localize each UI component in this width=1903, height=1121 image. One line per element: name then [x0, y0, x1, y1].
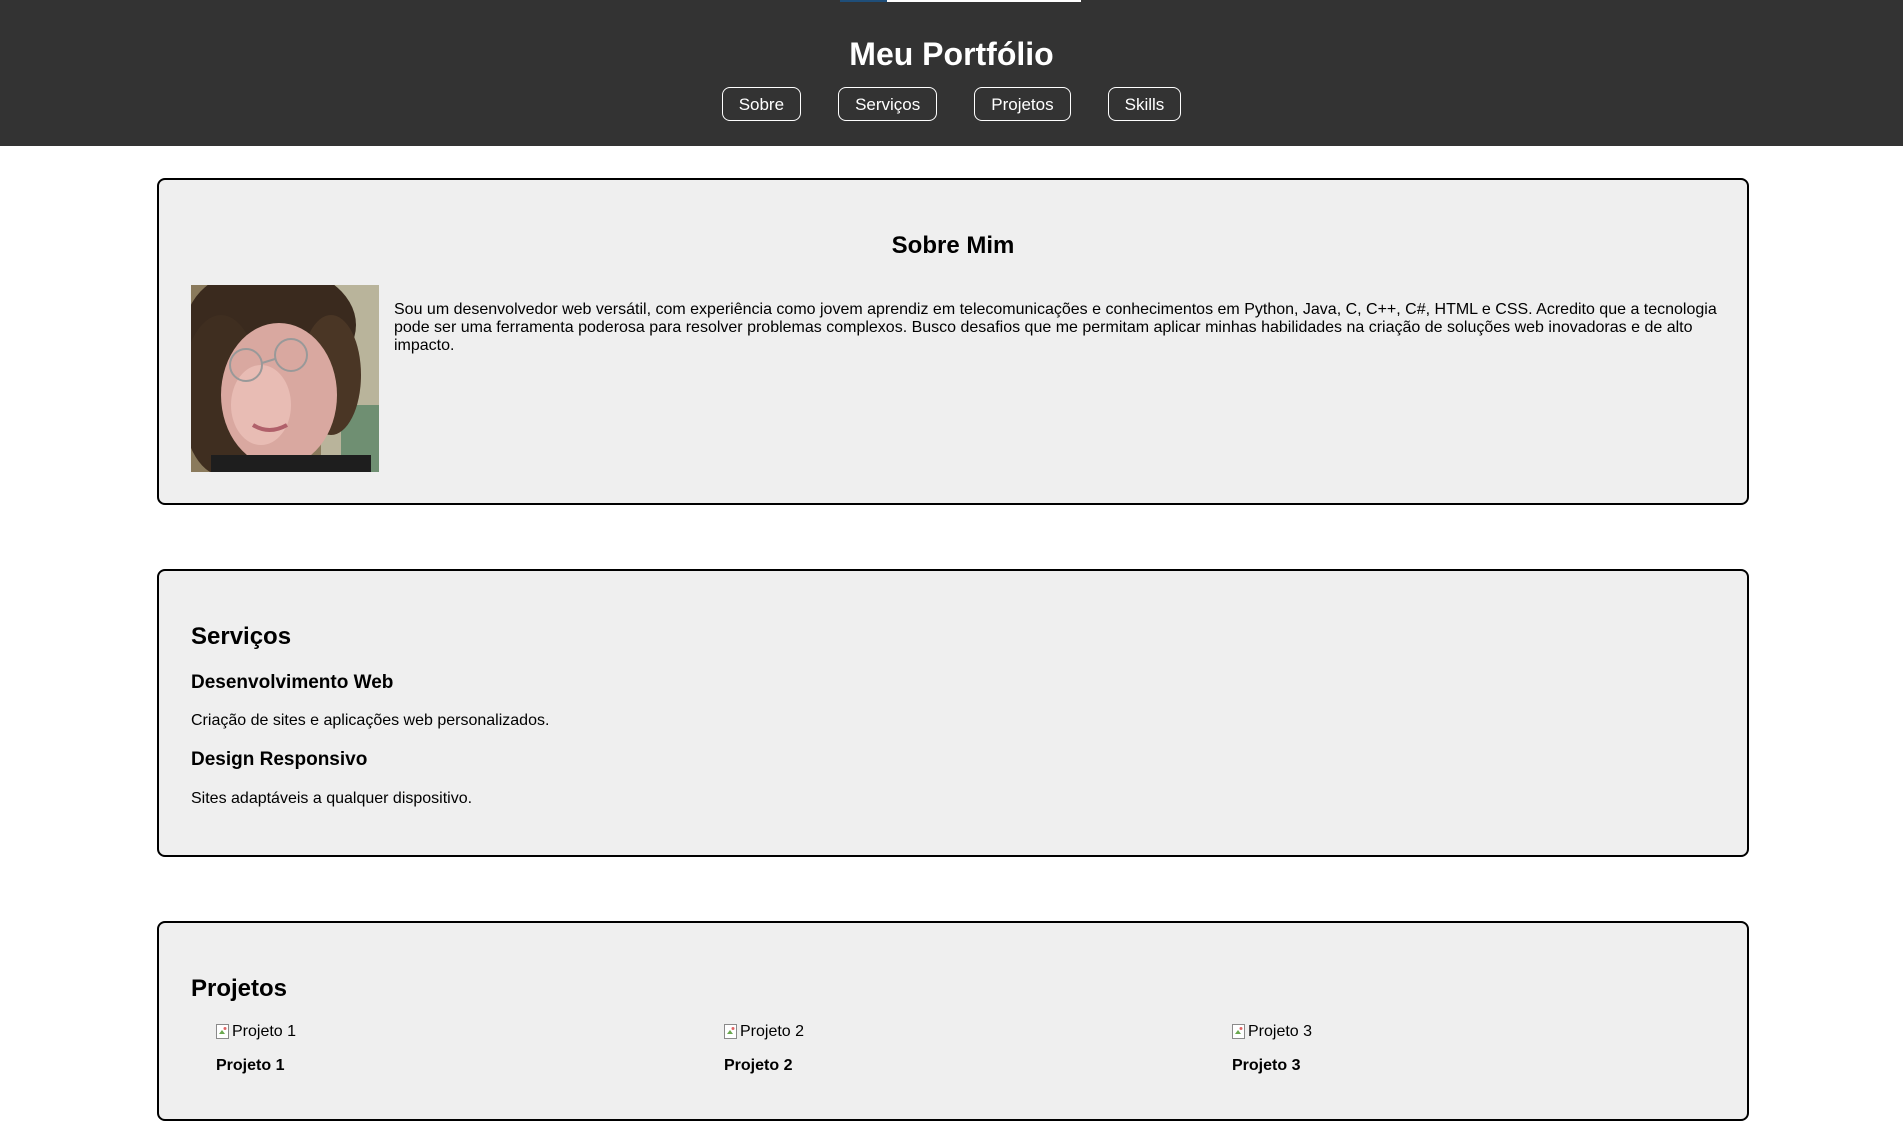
services-section: Serviços Desenvolvimento Web Criação de …: [157, 569, 1749, 857]
about-section: Sobre Mim Sou um desenvolvedor web versá…: [157, 178, 1749, 505]
broken-image-icon: [216, 1024, 230, 1040]
about-text: Sou um desenvolvedor web versátil, com e…: [394, 301, 1717, 354]
service-title: Desenvolvimento Web: [191, 672, 394, 693]
broken-image-icon: [724, 1024, 738, 1040]
project-name: Projeto 2: [724, 1057, 793, 1074]
scroll-progress-fill: [840, 0, 887, 2]
nav-button-projetos[interactable]: Projetos: [974, 87, 1071, 121]
broken-image-icon: [1232, 1024, 1246, 1040]
project-image-alt: Projeto 3: [1248, 1023, 1313, 1040]
project-image-alt: Projeto 1: [232, 1023, 297, 1040]
project-image[interactable]: Projeto 2: [724, 1023, 804, 1041]
service-description: Sites adaptáveis a qualquer dispositivo.: [191, 790, 473, 807]
service-title: Design Responsivo: [191, 749, 368, 770]
site-title: Meu Portfólio: [849, 36, 1054, 72]
services-title: Serviços: [191, 623, 292, 650]
nav-button-servicos[interactable]: Serviços: [838, 87, 938, 121]
service-description: Criação de sites e aplicações web person…: [191, 712, 550, 729]
project-image[interactable]: Projeto 3: [1232, 1023, 1312, 1041]
projects-section: Projetos Projeto 1 Projeto 2 Projeto 3 P…: [157, 921, 1749, 1121]
project-name: Projeto 3: [1232, 1057, 1301, 1074]
nav-button-sobre[interactable]: Sobre: [721, 87, 802, 121]
project-name: Projeto 1: [216, 1057, 285, 1074]
nav-button-skills[interactable]: Skills: [1107, 87, 1182, 121]
projects-title: Projetos: [191, 975, 288, 1002]
project-image[interactable]: Projeto 1: [216, 1023, 296, 1041]
profile-photo: [191, 285, 379, 472]
project-image-alt: Projeto 2: [740, 1023, 805, 1040]
about-title: Sobre Mim: [891, 232, 1015, 259]
site-header: Meu Portfólio Sobre Serviços Projetos Sk…: [0, 0, 1903, 146]
scroll-progress-bar: [840, 0, 1081, 2]
main-nav: Sobre Serviços Projetos Skills: [0, 87, 1903, 121]
